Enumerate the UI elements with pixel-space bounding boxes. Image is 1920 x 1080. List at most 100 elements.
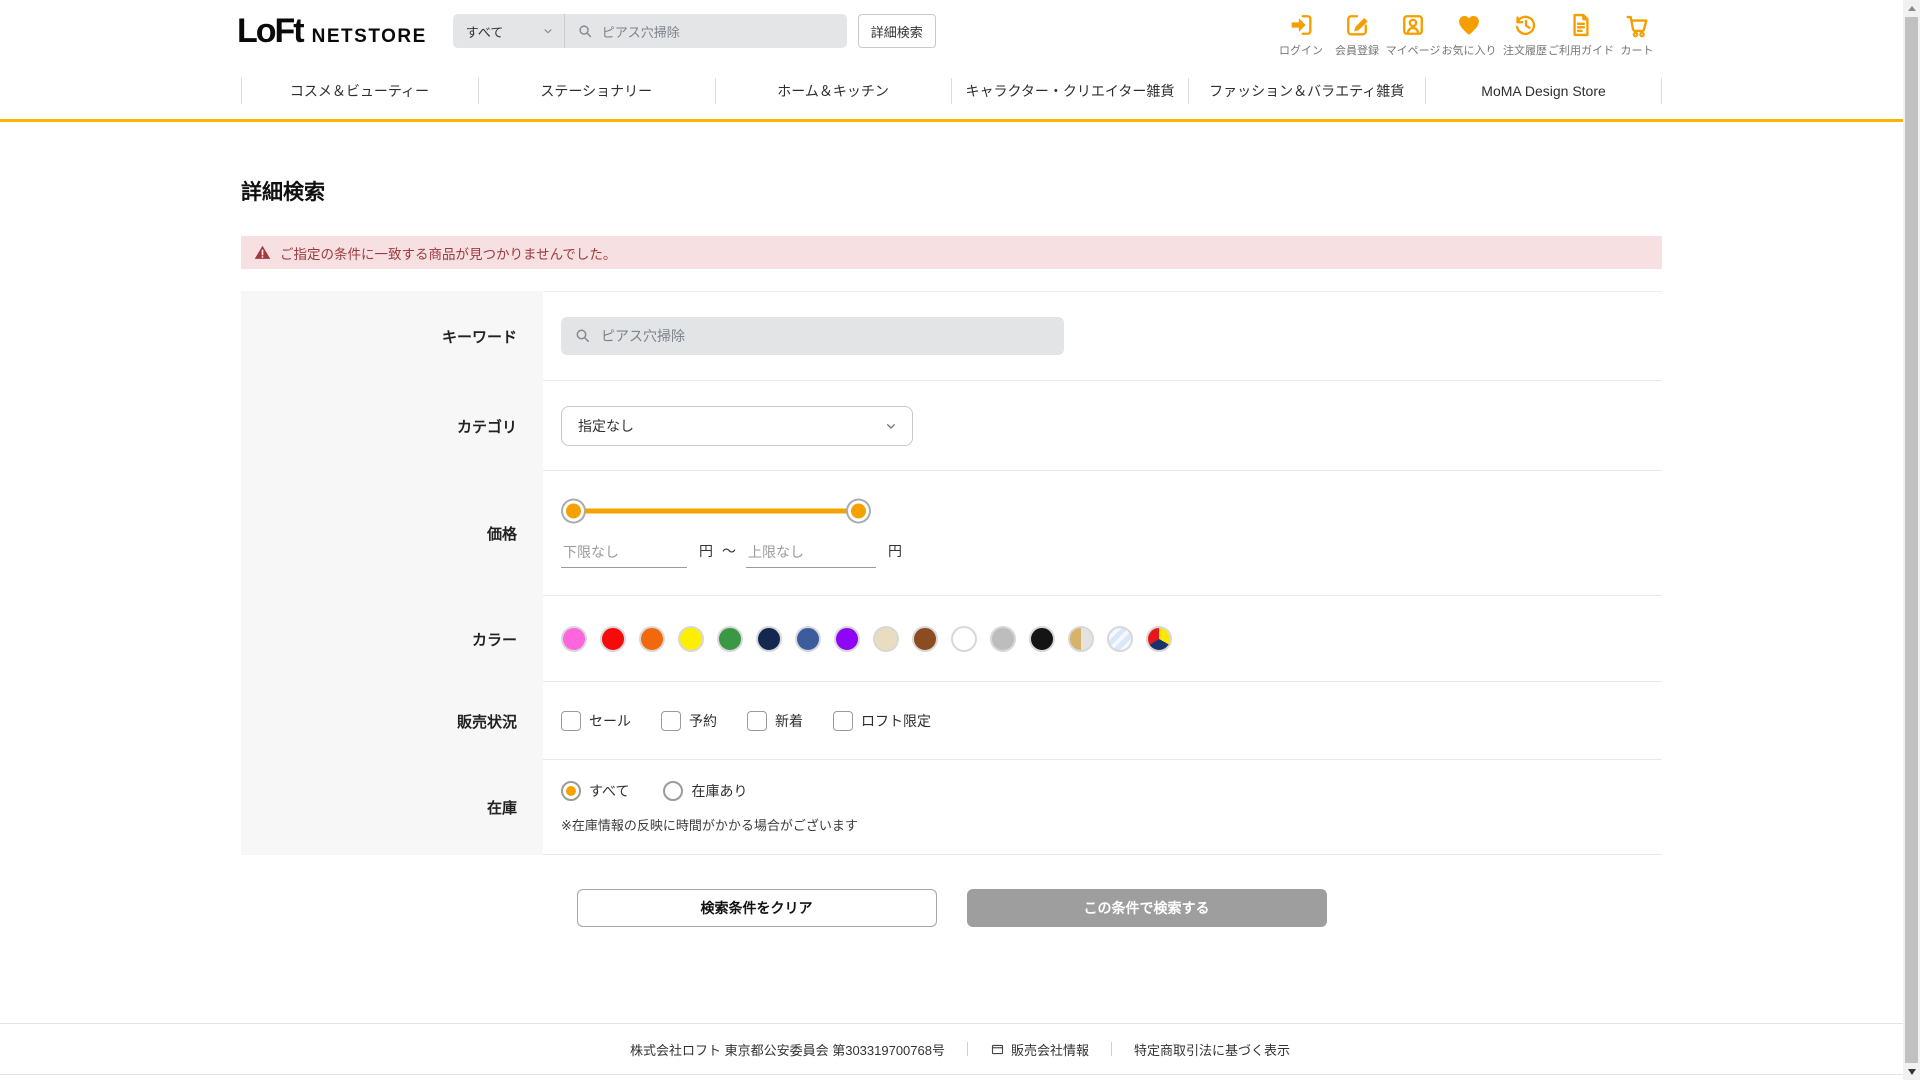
color-swatch-purple[interactable] (834, 625, 860, 652)
footer-divider (966, 1042, 968, 1056)
quick-link-label: カート (1620, 45, 1654, 57)
slider-track (574, 508, 858, 514)
search-icon (579, 24, 591, 37)
footer-link-commerce-law[interactable]: 特定商取引法に基づく表示 (1134, 1040, 1290, 1059)
color-swatch-black[interactable] (1029, 625, 1055, 652)
advanced-search-button-label: 詳細検索 (870, 24, 923, 40)
keyword-field[interactable] (561, 317, 1064, 355)
price-max-input[interactable] (746, 544, 876, 568)
sales-option-new[interactable]: 新着 (747, 710, 803, 731)
cart-link[interactable]: カート (1611, 11, 1663, 58)
checkbox-label: 新着 (775, 712, 803, 729)
form-row-price: 価格 円 ～ 円 (241, 471, 1662, 596)
color-swatch-white[interactable] (951, 625, 977, 652)
color-swatch-gray[interactable] (990, 625, 1016, 652)
mypage-link[interactable]: マイページ (1386, 11, 1440, 58)
sales-option-preorder[interactable]: 予約 (661, 710, 717, 731)
color-swatch-yellow[interactable] (678, 625, 704, 652)
login-icon (1291, 15, 1312, 35)
category-label: カテゴリ (241, 381, 543, 471)
guide-link[interactable]: ご利用ガイド (1548, 11, 1614, 58)
sales-option-loft-limited[interactable]: ロフト限定 (833, 710, 931, 731)
loft-logo[interactable]: LoFt NETSTORE (237, 12, 427, 51)
color-swatch-brown[interactable] (912, 625, 938, 652)
color-swatch-clear[interactable] (1107, 625, 1133, 652)
color-swatch-navy[interactable] (756, 625, 782, 652)
arrow-down-icon (1907, 1068, 1916, 1075)
color-swatch-gold-silver[interactable] (1068, 625, 1094, 652)
checkbox-icon[interactable] (561, 710, 581, 731)
checkbox-label: ロフト限定 (861, 712, 931, 729)
keyword-input[interactable] (601, 328, 1031, 344)
order-history-link[interactable]: 注文履歴 (1499, 11, 1551, 58)
company-info-icon (991, 1044, 1004, 1054)
nav-item-home-kitchen[interactable]: ホーム＆キッチン (715, 62, 952, 119)
scroll-down-button[interactable] (1903, 1063, 1920, 1080)
mypage-icon (1403, 15, 1423, 35)
color-swatch-multicolor[interactable] (1146, 625, 1172, 652)
nav-item-fashion-variety[interactable]: ファッション＆バラエティ雑貨 (1188, 62, 1425, 119)
price-min-input[interactable] (561, 544, 687, 568)
page-scrollbar[interactable] (1903, 0, 1920, 1080)
color-swatch-blue[interactable] (795, 625, 821, 652)
sales-option-sale[interactable]: セール (561, 710, 631, 731)
nav-item-moma[interactable]: MoMA Design Store (1425, 62, 1662, 119)
search-with-conditions-button[interactable]: この条件で検索する (966, 889, 1327, 927)
main-content: 詳細検索 ご指定の条件に一致する商品が見つかりませんでした。 キーワード カテゴ… (241, 176, 1662, 927)
range-separator: ～ (722, 543, 736, 559)
checkbox-icon[interactable] (833, 710, 853, 731)
favorites-link[interactable]: お気に入り (1442, 11, 1497, 58)
quick-link-label: ご利用ガイド (1548, 45, 1614, 57)
checkbox-label: 予約 (689, 712, 717, 729)
nav-item-stationery[interactable]: ステーショナリー (478, 62, 715, 119)
nav-item-cosmetics[interactable]: コスメ＆ビューティー (241, 62, 478, 119)
stock-option-in-stock[interactable]: 在庫あり (663, 780, 747, 801)
radio-selected-icon[interactable] (561, 780, 581, 801)
yen-unit: 円 (888, 543, 902, 559)
color-swatch-green[interactable] (717, 625, 743, 652)
clear-conditions-button[interactable]: 検索条件をクリア (576, 889, 937, 927)
price-range-slider[interactable] (561, 498, 871, 524)
color-label: カラー (241, 596, 543, 682)
price-label: 価格 (241, 471, 543, 596)
search-icon (576, 329, 589, 342)
scrollbar-thumb[interactable] (1905, 17, 1918, 1063)
login-link[interactable]: ログイン (1275, 11, 1327, 58)
nav-item-character-goods[interactable]: キャラクター・クリエイター雑貨 (951, 62, 1188, 119)
footer-link-company-info[interactable]: 販売会社情報 (990, 1040, 1089, 1059)
slider-handle-max[interactable] (851, 503, 866, 519)
checkbox-icon[interactable] (661, 710, 681, 731)
quick-link-label: ログイン (1279, 45, 1323, 57)
search-input[interactable] (601, 23, 822, 39)
slider-handle-min[interactable] (566, 503, 581, 519)
search-input-wrap (565, 23, 847, 40)
checkbox-label: セール (589, 712, 631, 729)
category-select-value: 指定なし (578, 417, 634, 434)
checkbox-icon[interactable] (747, 710, 767, 731)
color-swatch-beige[interactable] (873, 625, 899, 652)
scroll-up-button[interactable] (1903, 0, 1920, 17)
register-icon (1347, 15, 1368, 36)
heart-icon (1459, 15, 1479, 35)
color-swatches (561, 625, 1172, 652)
search-category-select[interactable]: すべて (453, 14, 565, 48)
color-swatch-pink[interactable] (561, 625, 587, 652)
logo-netstore-text: NETSTORE (311, 25, 427, 47)
footer-link-label: 特定商取引法に基づく表示 (1133, 1042, 1290, 1058)
cart-icon (1626, 15, 1648, 38)
stock-label: 在庫 (241, 760, 543, 855)
error-message: ご指定の条件に一致する商品が見つかりませんでした。 (280, 246, 617, 262)
advanced-search-form: キーワード カテゴリ 指定なし 価格 (241, 291, 1662, 855)
register-link[interactable]: 会員登録 (1331, 11, 1383, 58)
radio-unselected-icon[interactable] (663, 780, 684, 801)
form-row-category: カテゴリ 指定なし (241, 381, 1662, 471)
keyword-label: キーワード (241, 291, 543, 381)
category-select[interactable]: 指定なし (561, 405, 913, 446)
footer-link-label: 販売会社情報 (1010, 1042, 1089, 1058)
advanced-search-button[interactable]: 詳細検索 (857, 14, 936, 48)
order-history-icon (1515, 15, 1536, 36)
stock-option-all[interactable]: すべて (561, 780, 629, 801)
header-quick-links: ログイン 会員登録 マイページ お気に入り 注文履歴 ご利用ガイド カート (1275, 11, 1663, 58)
color-swatch-red[interactable] (600, 625, 626, 652)
color-swatch-orange[interactable] (639, 625, 665, 652)
